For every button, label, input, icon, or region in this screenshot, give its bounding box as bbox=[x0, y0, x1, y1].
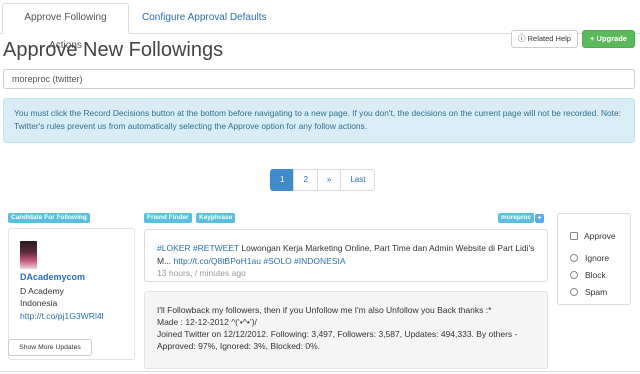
candidate-url-link[interactable]: http://t.co/pj1G3WRl4l bbox=[20, 311, 104, 321]
upgrade-label: Upgrade bbox=[596, 34, 627, 43]
plus-icon: + bbox=[590, 34, 595, 43]
account-label: moreproc bbox=[498, 213, 534, 223]
spam-option[interactable]: Spam bbox=[570, 287, 607, 297]
block-radio[interactable] bbox=[570, 271, 578, 279]
bio-line-1: I'll Followback my followers, then if yo… bbox=[157, 305, 492, 315]
page-2-button[interactable]: 2 bbox=[293, 169, 318, 191]
pagination: 1 2 » Last bbox=[270, 169, 376, 191]
divider bbox=[0, 371, 640, 372]
last-page-button[interactable]: Last bbox=[340, 169, 376, 191]
twitter-bird-icon: ✦ bbox=[535, 214, 544, 223]
approve-checkbox[interactable] bbox=[570, 232, 578, 240]
block-label: Block bbox=[585, 270, 606, 280]
ignore-radio[interactable] bbox=[570, 254, 578, 262]
tab-bar: Approve Following Actions Configure Appr… bbox=[0, 0, 640, 51]
approve-option[interactable]: Approve bbox=[570, 231, 616, 241]
tweet-card: #LOKER #RETWEET Lowongan Kerja Marketing… bbox=[144, 229, 548, 282]
tab-approve-following-actions[interactable]: Approve Following Actions bbox=[2, 3, 129, 51]
candidate-location: Indonesia bbox=[20, 298, 58, 308]
tweet-timestamp: 13 hours, / minutes ago bbox=[157, 268, 246, 278]
block-option[interactable]: Block bbox=[570, 270, 606, 280]
friend-finder-label: Friend Finder bbox=[144, 213, 192, 223]
related-help-label: Related Help bbox=[527, 34, 571, 43]
tweet-hashtags-end[interactable]: #SOLO #INDONESIA bbox=[263, 256, 345, 266]
bio-stats: Joined Twitter on 12/12/2012. Following:… bbox=[157, 329, 518, 351]
related-help-button[interactable]: ⓘ Related Help bbox=[511, 30, 578, 48]
candidate-name: D Academy bbox=[20, 286, 64, 296]
avatar[interactable] bbox=[20, 241, 37, 269]
info-alert: You must click the Record Decisions butt… bbox=[3, 98, 635, 143]
page-1-button[interactable]: 1 bbox=[270, 169, 295, 191]
approve-label: Approve bbox=[584, 231, 616, 241]
ignore-label: Ignore bbox=[585, 253, 610, 263]
ignore-option[interactable]: Ignore bbox=[570, 253, 609, 263]
upgrade-button[interactable]: + Upgrade bbox=[582, 30, 635, 48]
tweet-hashtags-start[interactable]: #LOKER #RETWEET bbox=[157, 243, 239, 253]
spam-radio[interactable] bbox=[570, 288, 578, 296]
bio-card: I'll Followback my followers, then if yo… bbox=[144, 291, 548, 369]
bio-line-2: Made : 12-12-2012 ^(‘•^•’)/ bbox=[157, 317, 257, 327]
next-page-button[interactable]: » bbox=[316, 169, 342, 191]
info-circle-icon: ⓘ bbox=[518, 34, 526, 43]
candidate-label: Candidate For Following bbox=[8, 213, 90, 223]
page-title: Approve New Followings bbox=[3, 39, 224, 61]
tweet-link[interactable]: http://t.co/Q8tBPoH1au bbox=[174, 256, 261, 266]
candidate-screen-name[interactable]: DAcademycom bbox=[20, 272, 85, 282]
tab-configure-approval-defaults[interactable]: Configure Approval Defaults bbox=[131, 3, 278, 34]
account-select[interactable]: moreproc (twitter) bbox=[3, 69, 635, 89]
show-more-updates-button[interactable]: Show More Updates bbox=[8, 339, 92, 356]
spam-label: Spam bbox=[585, 287, 608, 297]
keyphrase-label: Keyphrase bbox=[196, 213, 236, 223]
